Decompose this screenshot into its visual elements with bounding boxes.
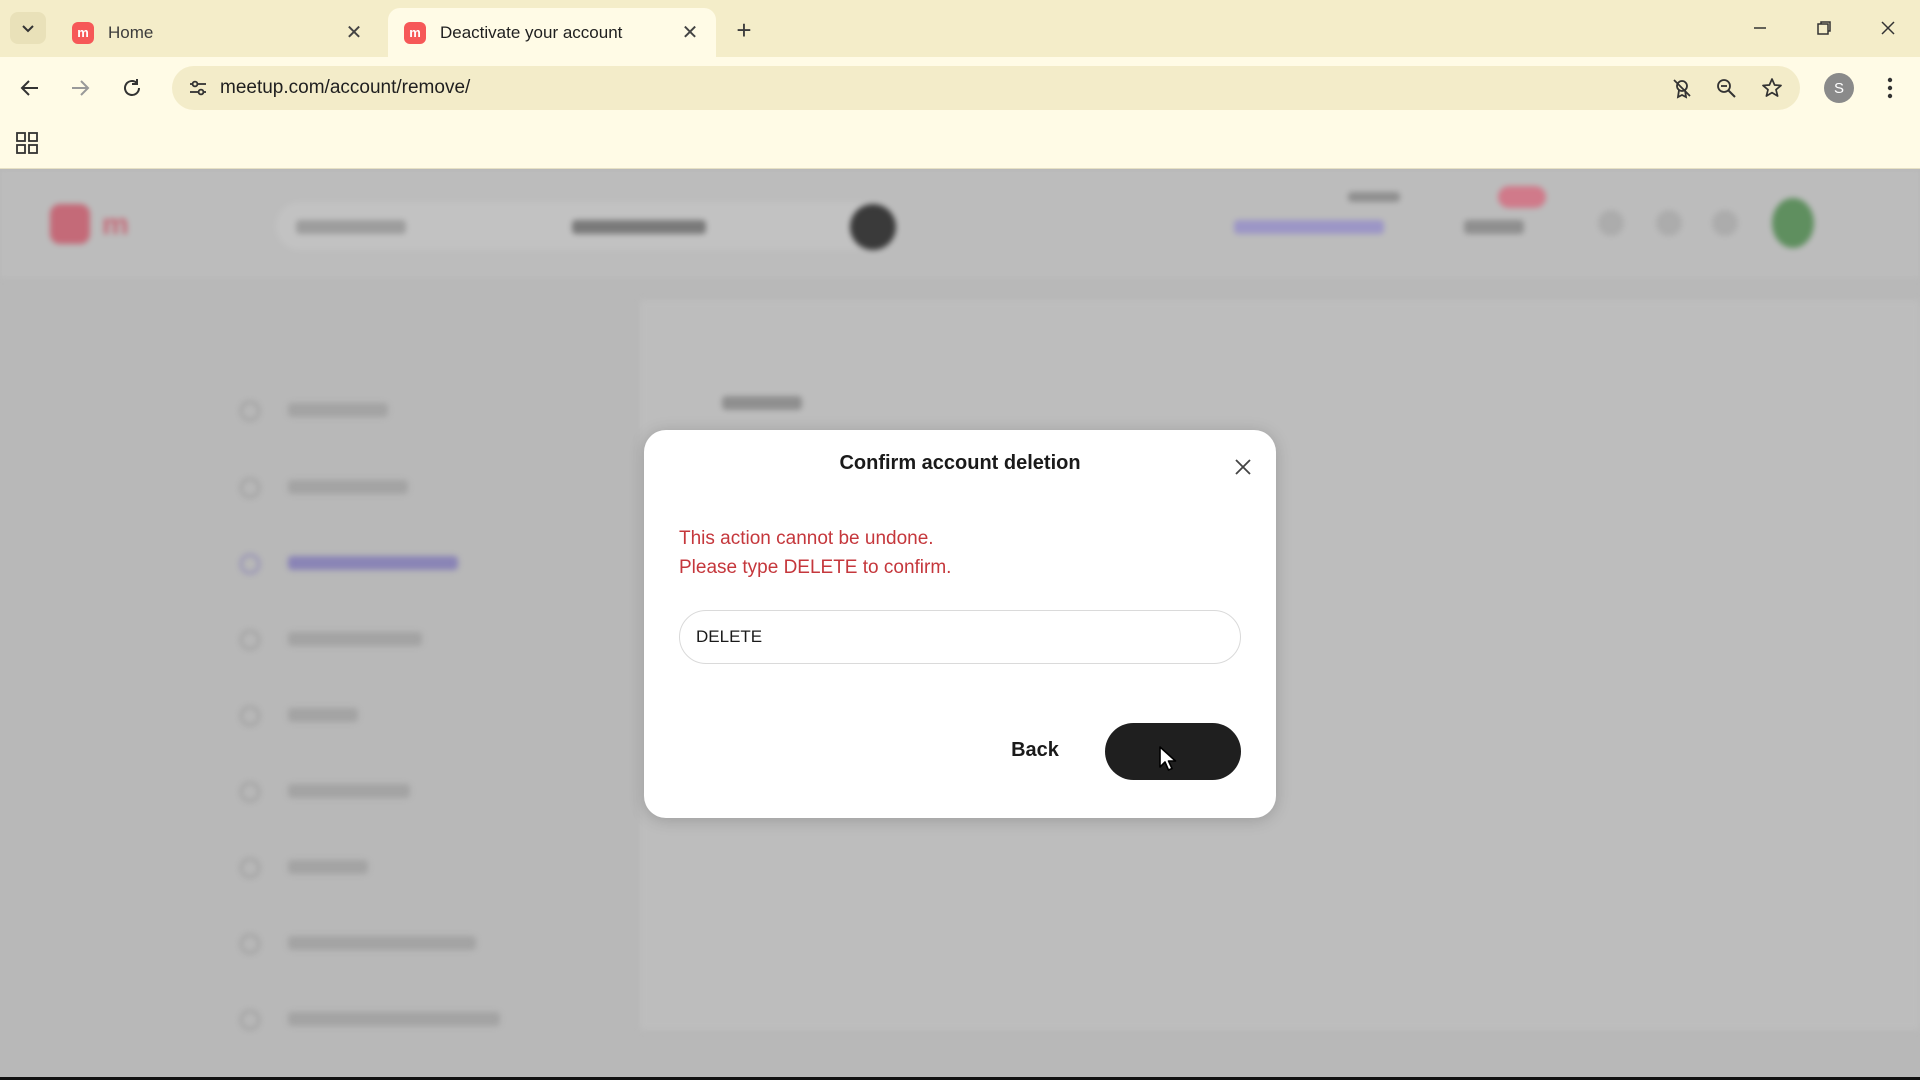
close-icon[interactable]: ✕ [678, 21, 702, 45]
warning-instruction: Please type DELETE to confirm. [679, 557, 952, 578]
minimize-icon [1754, 27, 1766, 29]
tab-title: Home [108, 22, 154, 42]
placeholder-line [296, 220, 406, 234]
mouse-cursor-icon [1159, 746, 1177, 771]
dialog-close-button[interactable] [1228, 452, 1258, 482]
placeholder-line [1464, 220, 1524, 234]
sidebar-item [240, 776, 620, 806]
new-tab-button[interactable]: + [728, 14, 760, 46]
sidebar-item [240, 548, 620, 578]
meetup-favicon-icon: m [72, 21, 94, 44]
sidebar-item [240, 395, 620, 425]
bookmarks-bar [0, 119, 1920, 169]
browser-menu-button[interactable] [1872, 70, 1908, 106]
placeholder-line [1234, 220, 1384, 234]
arrow-left-icon [20, 80, 38, 96]
sidebar-item [240, 852, 620, 882]
forward-nav-button[interactable] [62, 70, 98, 106]
close-icon[interactable]: ✕ [342, 21, 366, 45]
sidebar-item [240, 624, 620, 654]
delete-confirmation-input[interactable] [679, 610, 1241, 664]
sidebar-item [240, 928, 620, 958]
minimize-button[interactable] [1738, 10, 1782, 46]
notification-icon [1656, 210, 1682, 236]
confirm-deletion-dialog: Confirm account deletion This action can… [644, 430, 1276, 818]
settings-icon [1712, 210, 1738, 236]
warning-text: This action cannot be undone. [679, 528, 934, 549]
chevron-down-icon [22, 25, 34, 33]
back-button[interactable]: Back [988, 728, 1082, 772]
message-icon [1598, 210, 1624, 236]
tab-home[interactable]: m Home ✕ [56, 8, 380, 57]
tab-deactivate-account[interactable]: m Deactivate your account ✕ [388, 8, 716, 57]
sidebar-item [240, 1004, 620, 1034]
site-search-icon [850, 204, 896, 250]
arrow-right-icon [72, 80, 90, 96]
site-info-icon[interactable] [182, 72, 214, 104]
tab-search-button[interactable] [10, 12, 46, 44]
back-nav-button[interactable] [12, 70, 48, 106]
meetup-favicon-icon: m [404, 21, 426, 44]
browser-tabstrip: m Home ✕ m Deactivate your account ✕ + [0, 0, 1920, 57]
badge-placeholder [1498, 186, 1546, 208]
close-icon [1235, 459, 1251, 475]
profile-avatar[interactable]: S [1824, 73, 1854, 103]
dialog-title: Confirm account deletion [839, 452, 1081, 474]
url-text[interactable]: meetup.com/account/remove/ [220, 77, 470, 99]
tracking-off-icon[interactable] [1666, 72, 1698, 104]
close-icon [1881, 21, 1895, 35]
site-logo: m [102, 208, 129, 241]
placeholder-line [572, 220, 706, 234]
window-close-button[interactable] [1866, 10, 1910, 46]
restore-button[interactable] [1802, 10, 1846, 46]
browser-toolbar: meetup.com/account/remove/ S [0, 57, 1920, 119]
reload-button[interactable] [114, 70, 150, 106]
placeholder-line [1348, 192, 1400, 202]
address-bar[interactable]: meetup.com/account/remove/ [172, 66, 1800, 110]
restore-icon [1817, 21, 1831, 35]
reload-icon [124, 79, 140, 96]
placeholder-line [722, 396, 802, 410]
user-avatar [1772, 198, 1814, 248]
zoom-icon[interactable] [1710, 72, 1742, 104]
more-vertical-icon [1887, 77, 1893, 99]
bookmark-star-icon[interactable] [1756, 72, 1788, 104]
tab-title: Deactivate your account [440, 22, 623, 42]
apps-grid-icon[interactable] [14, 130, 40, 156]
site-logo-icon [50, 204, 90, 244]
sidebar-item [240, 700, 620, 730]
sidebar-item [240, 472, 620, 502]
